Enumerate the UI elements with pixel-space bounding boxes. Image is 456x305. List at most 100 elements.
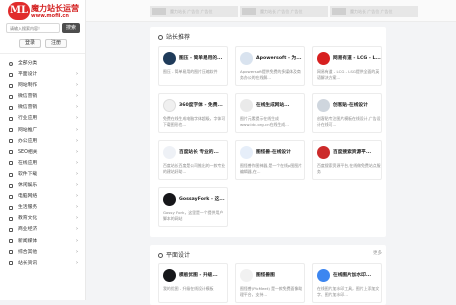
sidebar-item[interactable]: 软件下载 ›	[0, 169, 85, 180]
sidebar-item[interactable]: 微信营销 ›	[0, 102, 85, 113]
chevron-right-icon: ›	[76, 182, 78, 189]
category-icon	[9, 250, 13, 255]
sidebar-item[interactable]: 在线应用 ›	[0, 158, 85, 169]
more-link[interactable]: 更多	[373, 250, 382, 256]
sidebar-item-label: 办公应用	[18, 138, 38, 144]
sidebar-item-label: 在线应用	[18, 160, 38, 166]
category-icon	[9, 150, 13, 155]
sidebar-item[interactable]: 平面设计 ›	[0, 69, 85, 80]
recommend-section: 站长推荐 图压 - 简单易用的... 图压 - 简单易用的图片压缩软件 Apower…	[150, 27, 386, 237]
site-card[interactable]: 百度搜索资源平... 百度搜索资源平台,在线做免费站点服务	[312, 140, 382, 180]
category-nav: 全部分类 平面设计 › 网站制作 › 微信营销 › 微信营销 › 行业应用 › 网站推广 › 办公应用 › S…	[0, 58, 85, 269]
top-ad-bar: 魔力站长 广告位 广告位 魔力站长 广告位 广告位 魔力站长 广告位 广告位	[86, 0, 456, 22]
sidebar-item[interactable]: 站长资讯 ›	[0, 258, 85, 269]
sidebar-item[interactable]: 新闻媒体 ›	[0, 236, 85, 247]
sidebar-item-label: 微信营销	[18, 94, 38, 100]
site-avatar	[163, 99, 176, 112]
chevron-right-icon: ›	[76, 71, 78, 78]
site-description: 创客贴专注图片模板在线设计,广告设计在线可...	[317, 116, 381, 127]
category-icon	[9, 261, 13, 266]
sidebar-item[interactable]: 行业应用 ›	[0, 113, 85, 124]
sidebar-item-label: 综合其他	[18, 249, 38, 255]
sidebar-item-label: 微信营销	[18, 105, 38, 111]
chevron-right-icon: ›	[76, 204, 78, 211]
design-section: 平面设计 更多 模板优图 - 升级... 我的优图 - 升级在线设计模板 图怪兽图图…	[150, 245, 386, 305]
site-name: 创客贴-在线设计	[333, 103, 368, 108]
search-input[interactable]	[6, 23, 60, 33]
section-title: 平面设计	[158, 250, 190, 259]
logo-mark: ML	[8, 2, 30, 20]
sidebar-item-label: 休闲娱乐	[18, 183, 38, 189]
chevron-right-icon: ›	[76, 126, 78, 133]
site-description: 百度站长百度是公司推出的一款专业的建站好助...	[163, 163, 226, 174]
sidebar-item[interactable]: SEO相关 ›	[0, 147, 85, 158]
site-avatar	[317, 269, 330, 282]
site-card[interactable]: 在线生成网站... 图片元素提示在线生成www.idc.org.cn在线生成...	[235, 93, 305, 133]
site-card[interactable]: 网易有道 - LCG - L... 网易有道 - LCG - LSG提供全面的英语…	[312, 46, 382, 86]
site-card[interactable]: 创客贴-在线设计创客贴专注图片模板在线设计,广告设计在线可...	[312, 93, 382, 133]
chevron-right-icon: ›	[76, 248, 78, 255]
sidebar: ML 魔力站长运营 www.mofii.cn 搜索 登录 注册 全部分类平面设计…	[0, 0, 86, 300]
site-name: 模板优图 - 升级...	[179, 273, 218, 278]
category-icon	[9, 161, 13, 166]
site-avatar	[240, 99, 253, 112]
sidebar-item-label: 生活服务	[18, 205, 38, 211]
sidebar-item[interactable]: 综合其他 ›	[0, 247, 85, 258]
register-button[interactable]: 注册	[45, 39, 67, 48]
site-description: 图压 - 简单易用的图片压缩软件	[163, 69, 218, 74]
site-name: 图怪兽-在线设计	[256, 150, 291, 155]
site-card[interactable]: GossayFork - 这... Gossy Fork，这里是一个提供用户脚本的…	[158, 187, 228, 227]
site-logo[interactable]: ML 魔力站长运营 www.mofii.cn	[8, 2, 84, 22]
site-name: Apowersoft - 为...	[256, 56, 302, 61]
site-card[interactable]: 在线图片加水印... 在线图片加水印工具，图片上添加文字、图片加水印...	[312, 263, 382, 303]
category-icon	[9, 216, 13, 221]
sidebar-item[interactable]: 全部分类	[0, 58, 85, 69]
site-description: 图怪兽作图神器,是一个在线p图图片编辑器,在...	[240, 163, 303, 174]
sidebar-item[interactable]: 商业经济 ›	[0, 224, 85, 235]
site-avatar	[163, 146, 176, 159]
sidebar-item[interactable]: 网站制作 ›	[0, 80, 85, 91]
sidebar-item[interactable]: 电脑网络 ›	[0, 191, 85, 202]
site-avatar	[163, 52, 176, 65]
chevron-right-icon: ›	[76, 159, 78, 166]
sidebar-item[interactable]: 微信营销 ›	[0, 91, 85, 102]
site-card[interactable]: 模板优图 - 升级... 我的优图 - 升级在线设计模板	[158, 263, 228, 303]
site-description: 网易有道 - LCG - LSG提供全面的英语解决方案...	[317, 69, 380, 80]
site-card[interactable]: Apowersoft - 为... Apowersoft提供免费的多媒体及商务办公…	[235, 46, 305, 86]
ad-banner[interactable]: 魔力站长 广告位 广告位	[240, 6, 328, 17]
category-icon	[9, 117, 13, 122]
logo-url: www.mofii.cn	[31, 13, 69, 19]
search-bar: 搜索	[6, 23, 80, 33]
sidebar-item-label: SEO相关	[18, 149, 38, 155]
sidebar-item[interactable]: 教育文化 ›	[0, 213, 85, 224]
ad-banner[interactable]: 魔力站长 广告位 广告位	[330, 6, 418, 17]
site-card[interactable]: 百度站长 专业的... 百度站长百度是公司推出的一款专业的建站好助...	[158, 140, 228, 180]
site-avatar	[317, 52, 330, 65]
chevron-right-icon: ›	[76, 82, 78, 89]
site-name: 在线图片加水印...	[333, 273, 372, 278]
site-description: 我的优图 - 升级在线设计模板	[163, 286, 214, 291]
site-description: 免费在线生成电脑字体超级，字体可下载图形也...	[163, 116, 226, 127]
site-avatar	[163, 193, 176, 206]
sidebar-item-label: 站长资讯	[18, 260, 38, 266]
site-name: 百度搜索资源平...	[333, 150, 372, 155]
category-icon	[9, 183, 13, 188]
site-card[interactable]: 图压 - 简单易用的... 图压 - 简单易用的图片压缩软件	[158, 46, 228, 86]
site-card[interactable]: 图怪兽图 图怪兽(PicMeet) 是一款免费面像助理平台，支持...	[235, 263, 305, 303]
sidebar-item[interactable]: 办公应用 ›	[0, 136, 85, 147]
ad-banner[interactable]: 魔力站长 广告位 广告位	[150, 6, 238, 17]
login-button[interactable]: 登录	[19, 39, 41, 48]
sidebar-item-label: 网站推广	[18, 127, 38, 133]
sidebar-item[interactable]: 休闲娱乐 ›	[0, 180, 85, 191]
site-avatar	[240, 146, 253, 159]
sidebar-item-label: 全部分类	[18, 61, 38, 66]
site-name: 百度站长 专业的...	[179, 150, 219, 155]
site-card[interactable]: 360度字体 - 免费... 免费在线生成电脑字体超级，字体可下载图形也...	[158, 93, 228, 133]
chevron-right-icon: ›	[76, 237, 78, 244]
site-card[interactable]: 图怪兽-在线设计图怪兽作图神器,是一个在线p图图片编辑器,在...	[235, 140, 305, 180]
sidebar-item[interactable]: 网站推广 ›	[0, 125, 85, 136]
sidebar-item[interactable]: 生活服务 ›	[0, 202, 85, 213]
chevron-right-icon: ›	[76, 226, 78, 233]
site-description: 图怪兽(PicMeet) 是一款免费面像助理平台，支持...	[240, 286, 303, 297]
search-button[interactable]: 搜索	[62, 23, 80, 33]
